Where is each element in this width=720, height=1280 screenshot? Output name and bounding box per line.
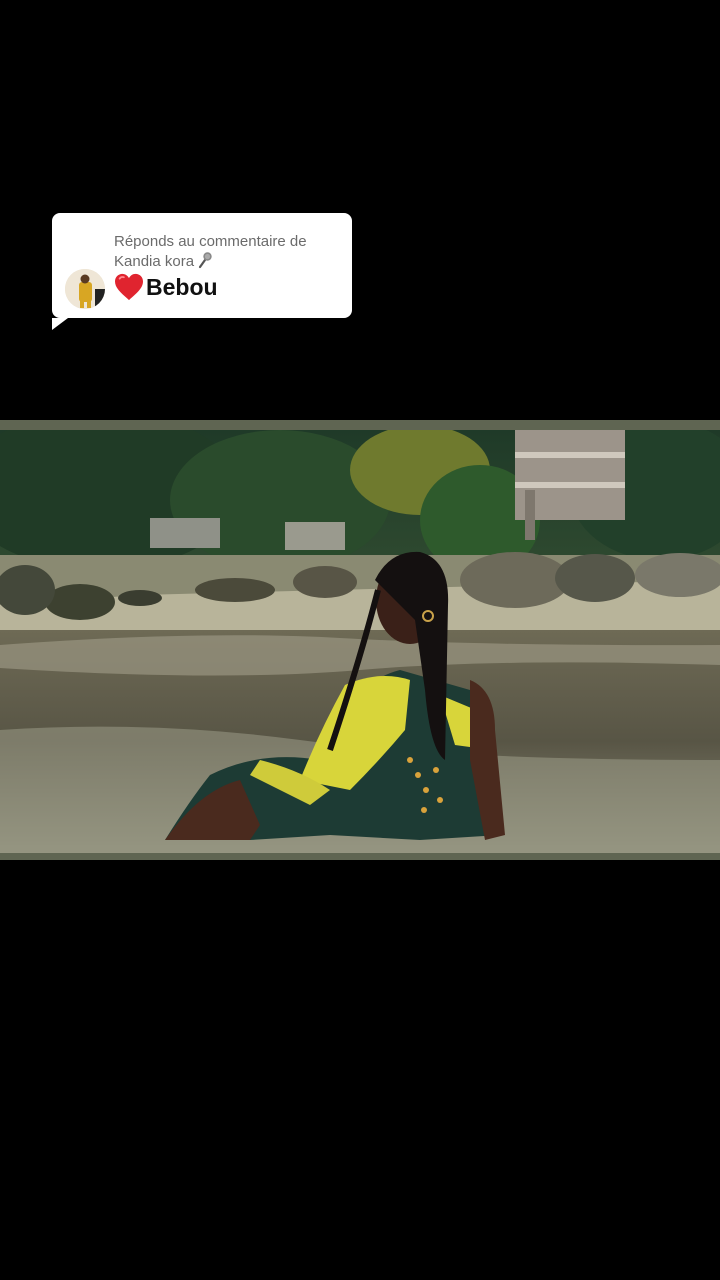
bubble-tail [52, 318, 68, 330]
red-heart-icon [115, 273, 143, 301]
video-frame[interactable] [0, 420, 720, 860]
reply-text: Bebou [114, 271, 218, 303]
reply-header: Réponds au commentaire de Kandia kora [114, 233, 344, 271]
avatar[interactable] [65, 269, 105, 309]
reply-comment-card[interactable]: Réponds au commentaire de Kandia kora Be… [52, 213, 352, 330]
video-still [0, 430, 720, 853]
microphone-icon [197, 251, 213, 269]
reply-comment-text: Bebou [146, 273, 218, 300]
